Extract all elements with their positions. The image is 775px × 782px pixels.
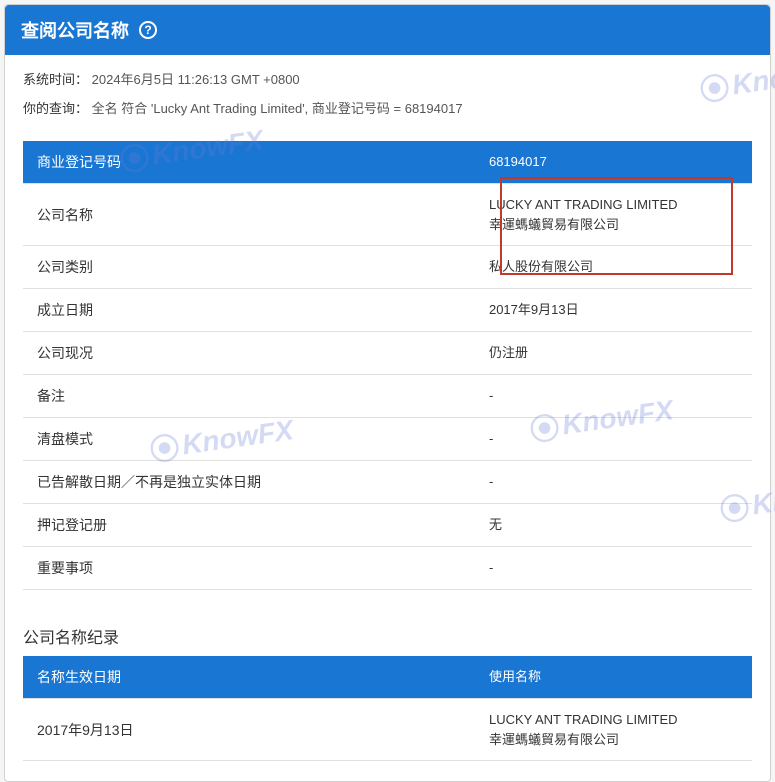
table-cell-value: 无 bbox=[475, 504, 752, 546]
table-row: 清盘模式- bbox=[23, 418, 752, 461]
system-time-row: 系统时间： 2024年6月5日 11:26:13 GMT +0800 bbox=[23, 69, 752, 88]
query-value: 全名 符合 'Lucky Ant Trading Limited', 商业登记号… bbox=[92, 101, 463, 116]
table-cell-label: 名称生效日期 bbox=[23, 656, 475, 698]
table-row: 成立日期2017年9月13日 bbox=[23, 289, 752, 332]
table-cell-value: - bbox=[475, 461, 752, 503]
table-cell-value: 私人股份有限公司 bbox=[475, 246, 752, 288]
table-cell-label: 公司名称 bbox=[23, 184, 475, 245]
table-cell-label: 已告解散日期／不再是独立实体日期 bbox=[23, 461, 475, 503]
table-cell-value: - bbox=[475, 547, 752, 589]
table-row: 公司类别私人股份有限公司 bbox=[23, 246, 752, 289]
table-cell-label: 公司类别 bbox=[23, 246, 475, 288]
table-cell-value: 使用名称 bbox=[475, 656, 752, 698]
table-cell-label: 2017年9月13日 bbox=[23, 699, 475, 760]
system-time-value: 2024年6月5日 11:26:13 GMT +0800 bbox=[92, 72, 300, 87]
table-cell-value: 2017年9月13日 bbox=[475, 289, 752, 331]
table-cell-label: 公司现况 bbox=[23, 332, 475, 374]
table-cell-label: 成立日期 bbox=[23, 289, 475, 331]
table-cell-label: 重要事项 bbox=[23, 547, 475, 589]
table-row: 名称生效日期使用名称 bbox=[23, 656, 752, 699]
name-history-table: 名称生效日期使用名称2017年9月13日LUCKY ANT TRADING LI… bbox=[23, 656, 752, 761]
system-time-label: 系统时间： bbox=[23, 72, 88, 87]
panel-header: 查阅公司名称 ? bbox=[5, 5, 770, 55]
table-cell-label: 清盘模式 bbox=[23, 418, 475, 460]
query-row: 你的查询： 全名 符合 'Lucky Ant Trading Limited',… bbox=[23, 98, 752, 117]
meta-section: 系统时间： 2024年6月5日 11:26:13 GMT +0800 你的查询：… bbox=[5, 55, 770, 141]
table-cell-label: 押记登记册 bbox=[23, 504, 475, 546]
table-row: 商业登记号码68194017 bbox=[23, 141, 752, 184]
table-cell-value: 68194017 bbox=[475, 141, 752, 183]
table-cell-value: LUCKY ANT TRADING LIMITED幸運螞蟻貿易有限公司 bbox=[475, 699, 752, 760]
table-row: 备注- bbox=[23, 375, 752, 418]
table-row: 已告解散日期／不再是独立实体日期- bbox=[23, 461, 752, 504]
table-row: 公司名称LUCKY ANT TRADING LIMITED幸運螞蟻貿易有限公司 bbox=[23, 184, 752, 246]
query-label: 你的查询： bbox=[23, 101, 88, 116]
panel-title: 查阅公司名称 bbox=[21, 17, 129, 43]
name-history-title: 公司名称纪录 bbox=[5, 610, 770, 656]
table-row: 公司现况仍注册 bbox=[23, 332, 752, 375]
company-details-table: 商业登记号码68194017公司名称LUCKY ANT TRADING LIMI… bbox=[23, 141, 752, 590]
table-cell-value: - bbox=[475, 375, 752, 417]
table-cell-label: 备注 bbox=[23, 375, 475, 417]
table-cell-value: 仍注册 bbox=[475, 332, 752, 374]
table-row: 2017年9月13日LUCKY ANT TRADING LIMITED幸運螞蟻貿… bbox=[23, 699, 752, 761]
table-cell-value: LUCKY ANT TRADING LIMITED幸運螞蟻貿易有限公司 bbox=[475, 184, 752, 245]
table-cell-value: - bbox=[475, 418, 752, 460]
help-icon[interactable]: ? bbox=[139, 21, 157, 39]
table-row: 押记登记册无 bbox=[23, 504, 752, 547]
company-info-panel: 查阅公司名称 ? 系统时间： 2024年6月5日 11:26:13 GMT +0… bbox=[4, 4, 771, 782]
table-row: 重要事项- bbox=[23, 547, 752, 590]
table-cell-label: 商业登记号码 bbox=[23, 141, 475, 183]
